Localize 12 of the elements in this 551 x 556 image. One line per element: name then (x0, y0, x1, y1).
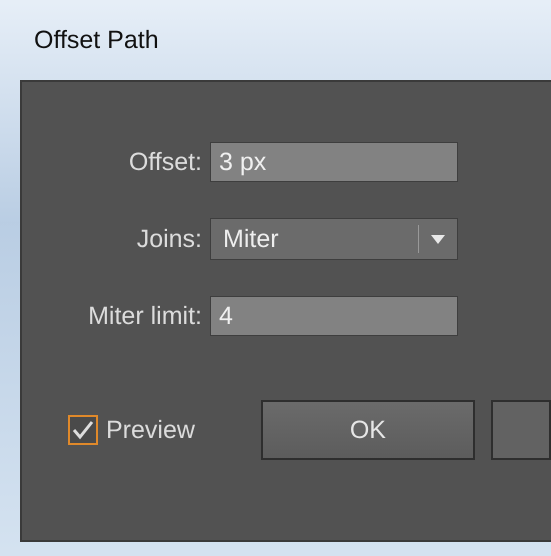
field-label: Miter limit: (87, 302, 203, 330)
joins-dropdown[interactable]: Miter (210, 218, 458, 260)
window-title: Offset Path (34, 26, 159, 54)
dialog-button[interactable] (491, 400, 551, 460)
caret-icon (431, 234, 445, 244)
input-field[interactable]: 4 (210, 296, 458, 336)
field-label: Offset: (128, 148, 203, 176)
field-label: Joins: (136, 224, 203, 254)
ok-button[interactable]: OK (260, 400, 475, 460)
preview-checkbox[interactable]: Preview (68, 415, 257, 445)
input-field[interactable]: 3 px (210, 142, 458, 182)
checkmark-icon (71, 419, 95, 441)
